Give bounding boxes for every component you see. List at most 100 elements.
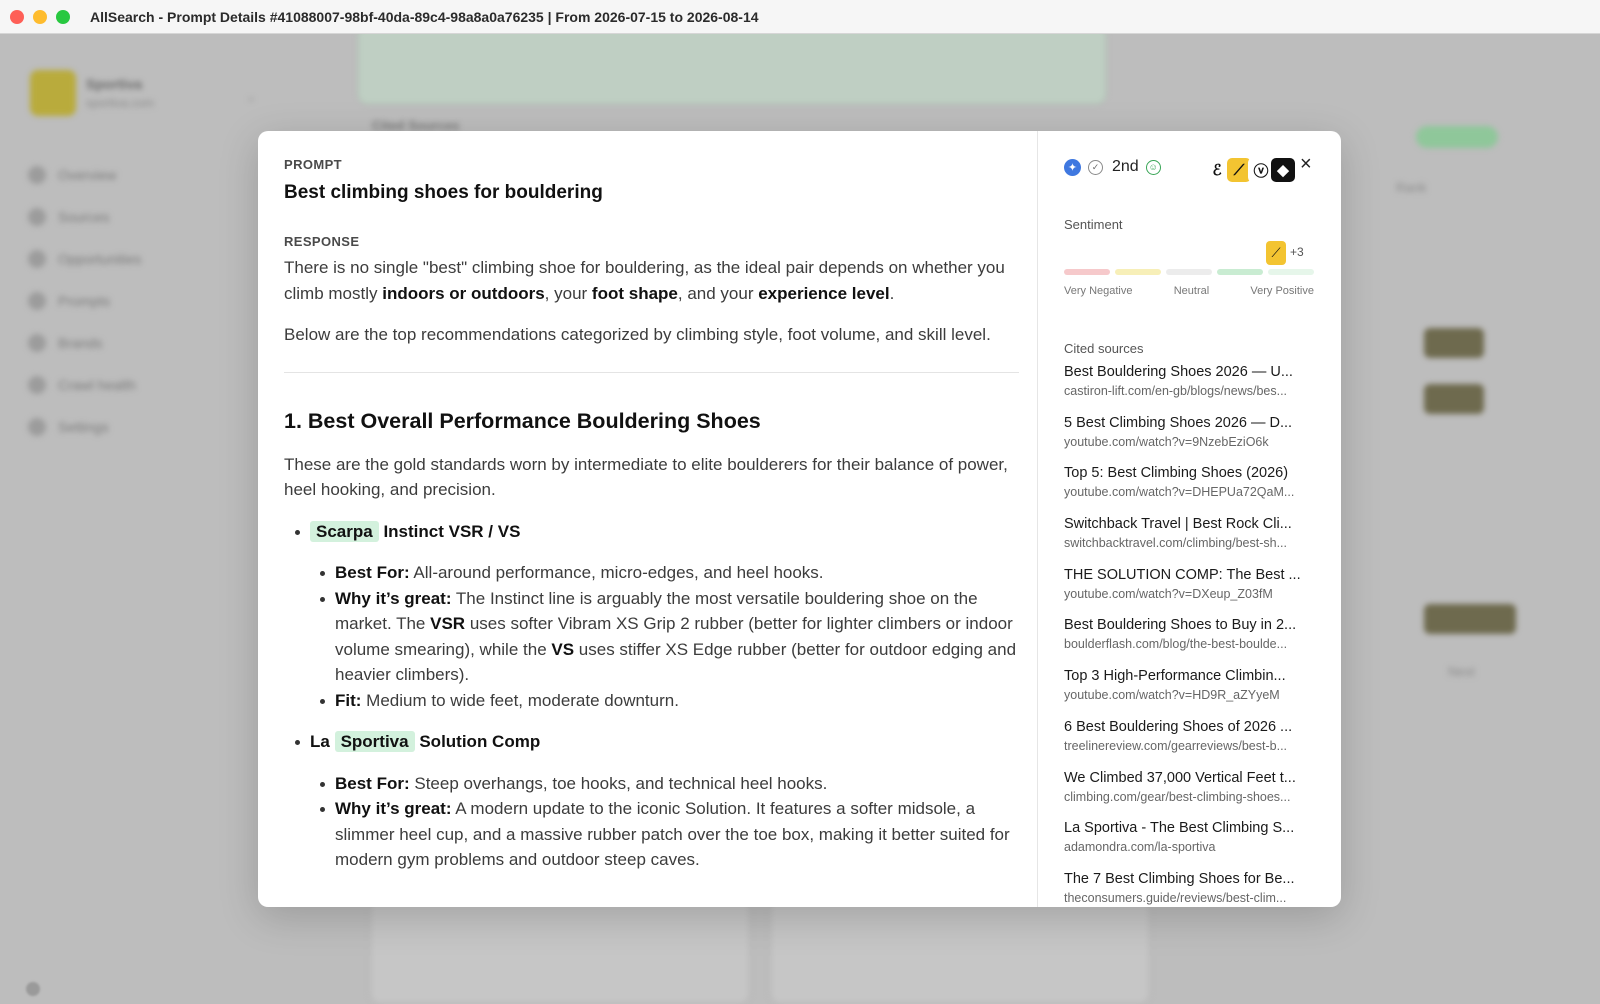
prompt-text: Best climbing shoes for bouldering: [284, 182, 603, 203]
source-title[interactable]: THE SOLUTION COMP: The Best ...: [1064, 566, 1316, 584]
window-title: AllSearch - Prompt Details #41088007-98b…: [90, 8, 759, 25]
section-paragraph: These are the gold standards worn by int…: [284, 454, 1008, 500]
source-title[interactable]: Best Bouldering Shoes to Buy in 2...: [1064, 616, 1316, 634]
sentiment-segment: [1268, 269, 1314, 275]
shoe-details: Best For: All-around performance, micro-…: [310, 560, 1019, 713]
shoe-title: Scarpa Instinct VSR / VS: [310, 520, 520, 542]
sidebar-item-opportunities[interactable]: Opportunities: [28, 238, 141, 280]
source-title[interactable]: Switchback Travel | Best Rock Cli...: [1064, 515, 1316, 533]
summary-card: [358, 34, 1106, 104]
shoe-details: Best For: Steep overhangs, toe hooks, an…: [310, 771, 1019, 873]
home-icon: [28, 166, 46, 184]
source-url: youtube.com/watch?v=HD9R_aZYyeM: [1064, 688, 1280, 703]
sentiment-more-count: +3: [1290, 245, 1304, 259]
detail-why-great: Why it’s great: The Instinct line is arg…: [320, 586, 1019, 688]
recommendation-list: Scarpa Instinct VSR / VS Best For: All-a…: [284, 519, 1019, 873]
source-title[interactable]: La Sportiva - The Best Climbing S...: [1064, 819, 1316, 837]
source-item[interactable]: Top 5: Best Climbing Shoes (2026) youtube…: [1064, 464, 1316, 515]
close-icon[interactable]: ×: [1300, 153, 1312, 176]
source-item[interactable]: Best Bouldering Shoes 2026 — U... castiro…: [1064, 363, 1316, 414]
brand-icons: [1424, 604, 1516, 634]
rank-column-header[interactable]: Rank: [1396, 180, 1426, 195]
brand-logos: ℰ ⟋ ⓥ ◆: [1204, 157, 1296, 183]
details-sidebar: ✦ ✓ 2nd ☺ ℰ ⟋ ⓥ ◆ × Sentiment ⟋ +3 Very …: [1038, 131, 1341, 907]
sidebar-item-crawl-health[interactable]: Crawl health: [28, 364, 141, 406]
check-circle-icon: ✓: [1088, 159, 1103, 175]
brand-icons: [1424, 328, 1484, 358]
brand-switcher[interactable]: Sportiva sportiva.com: [30, 70, 154, 116]
source-title[interactable]: 5 Best Climbing Shoes 2026 — D...: [1064, 414, 1316, 432]
response-paragraph: Below are the top recommendations catego…: [284, 325, 991, 344]
source-title[interactable]: We Climbed 37,000 Vertical Feet t...: [1064, 769, 1316, 787]
brand-highlight[interactable]: Scarpa: [310, 520, 379, 542]
zoom-window-button[interactable]: [56, 9, 70, 24]
next-button[interactable]: Next: [1448, 664, 1475, 679]
source-title[interactable]: Top 5: Best Climbing Shoes (2026): [1064, 464, 1316, 482]
sentiment-label: Sentiment: [1064, 217, 1123, 232]
building-icon: [28, 334, 46, 352]
prompt-details-modal: PROMPT Best climbing shoes for boulderin…: [258, 131, 1341, 907]
section-heading: 1. Best Overall Performance Bouldering S…: [284, 408, 761, 433]
sidebar-item-settings[interactable]: Settings: [28, 406, 141, 448]
brand-icons: [1424, 384, 1484, 414]
source-title[interactable]: Top 3 High-Performance Climbin...: [1064, 667, 1316, 685]
list-item: La Sportiva Solution Comp Best For: Stee…: [295, 729, 1019, 873]
chevron-down-icon[interactable]: ⌄: [246, 90, 256, 104]
sentiment-segment: [1217, 269, 1263, 275]
source-url: adamondra.com/la-sportiva: [1064, 840, 1216, 855]
source-item[interactable]: The 7 Best Climbing Shoes for Be... theco…: [1064, 870, 1316, 907]
source-title[interactable]: Best Bouldering Shoes 2026 — U...: [1064, 363, 1316, 381]
source-item[interactable]: Top 3 High-Performance Climbin... youtube…: [1064, 667, 1316, 718]
help-icon[interactable]: [26, 982, 40, 996]
status-badge: [1416, 126, 1498, 148]
prompt-label: PROMPT: [284, 157, 343, 172]
divider: [284, 371, 1019, 373]
sidebar-item-brands[interactable]: Brands: [28, 322, 141, 364]
source-item[interactable]: 5 Best Climbing Shoes 2026 — D... youtube…: [1064, 414, 1316, 465]
brand-domain: sportiva.com: [86, 96, 155, 110]
sidebar-item-prompts[interactable]: Prompts: [28, 280, 141, 322]
source-item[interactable]: Switchback Travel | Best Rock Cli... swit…: [1064, 515, 1316, 566]
brand-highlight[interactable]: Sportiva: [334, 731, 415, 752]
detail-best-for: Best For: Steep overhangs, toe hooks, an…: [320, 771, 1019, 797]
source-url: youtube.com/watch?v=DXeup_Z03fM: [1064, 586, 1273, 601]
sparkle-icon: ✦: [1064, 158, 1081, 176]
sentiment-segment: [1166, 269, 1212, 275]
sidebar: Sportiva sportiva.com ⌄ Overview Sources…: [0, 34, 290, 1004]
source-url: theconsumers.guide/reviews/best-clim...: [1064, 890, 1287, 905]
shoe-title: La Sportiva Solution Comp: [310, 731, 541, 752]
source-url: climbing.com/gear/best-climbing-shoes...: [1064, 789, 1291, 804]
globe-icon: [28, 208, 46, 226]
smile-icon: ☺: [1145, 159, 1161, 175]
sentiment-brand-icon: ⟋: [1266, 241, 1286, 265]
gear-icon: [28, 418, 46, 436]
source-item[interactable]: We Climbed 37,000 Vertical Feet t... clim…: [1064, 769, 1316, 820]
cited-sources-label: Cited sources: [1064, 341, 1144, 356]
sidebar-nav: Overview Sources Opportunities Prompts B…: [28, 154, 141, 448]
close-window-button[interactable]: [10, 9, 24, 24]
source-item[interactable]: 6 Best Bouldering Shoes of 2026 ... treel…: [1064, 718, 1316, 769]
sidebar-item-overview[interactable]: Overview: [28, 154, 141, 196]
source-item[interactable]: La Sportiva - The Best Climbing S... adam…: [1064, 819, 1316, 870]
window-titlebar: AllSearch - Prompt Details #41088007-98b…: [0, 0, 1600, 34]
source-title[interactable]: The 7 Best Climbing Shoes for Be...: [1064, 870, 1316, 888]
source-title[interactable]: 6 Best Bouldering Shoes of 2026 ...: [1064, 718, 1316, 736]
detail-fit: Fit: Medium to wide feet, moderate downt…: [320, 688, 1019, 714]
sentiment-scale-labels: Very Negative Neutral Very Positive: [1064, 285, 1314, 297]
source-url: switchbacktravel.com/climbing/best-sh...: [1064, 536, 1287, 551]
source-url: castiron-lift.com/en-gb/blogs/news/bes..…: [1064, 384, 1288, 398]
key-icon: [28, 376, 46, 394]
brand-logo-icon: ◆: [1270, 157, 1296, 183]
chat-icon: [28, 292, 46, 310]
brand-logo: [30, 70, 76, 116]
source-url: boulderflash.com/blog/the-best-boulde...: [1064, 637, 1288, 652]
minimize-window-button[interactable]: [33, 9, 47, 24]
detail-best-for: Best For: All-around performance, micro-…: [320, 560, 1019, 586]
sentiment-segment: [1064, 269, 1110, 275]
source-item[interactable]: Best Bouldering Shoes to Buy in 2... boul…: [1064, 616, 1316, 667]
sidebar-item-sources[interactable]: Sources: [28, 196, 141, 238]
source-item[interactable]: THE SOLUTION COMP: The Best ... youtube.c…: [1064, 566, 1316, 617]
list-item: Scarpa Instinct VSR / VS Best For: All-a…: [295, 519, 1019, 714]
response-intro: There is no single "best" climbing shoe …: [284, 258, 1005, 303]
response-panel: PROMPT Best climbing shoes for boulderin…: [258, 131, 1038, 907]
